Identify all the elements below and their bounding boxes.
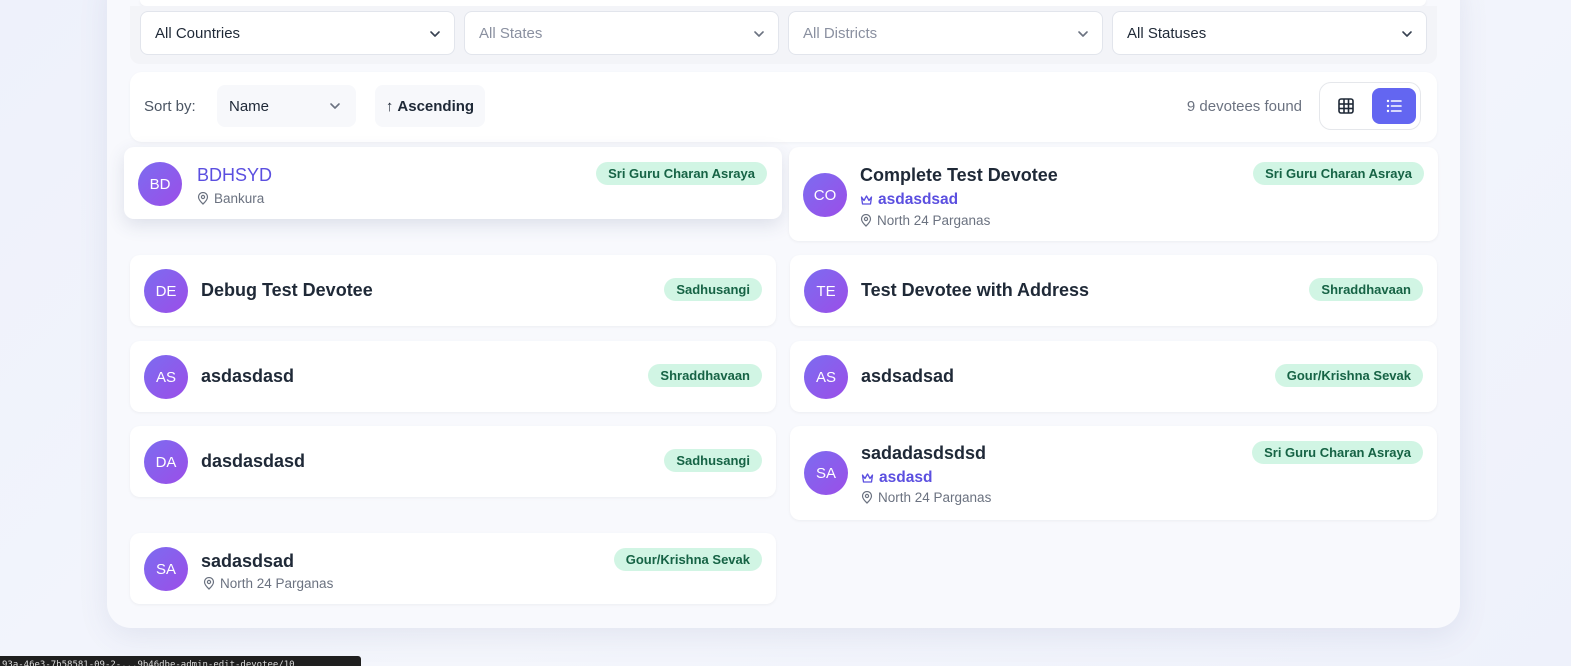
chevron-down-icon bbox=[330, 103, 340, 109]
status-badge: Shraddhavaan bbox=[648, 364, 762, 387]
avatar: SA bbox=[804, 451, 848, 495]
status-filter-select[interactable]: All Statuses bbox=[1112, 11, 1427, 55]
devotee-location: North 24 Parganas bbox=[860, 213, 990, 228]
devotee-name[interactable]: asdsadsad bbox=[861, 366, 954, 387]
devotee-name[interactable]: Debug Test Devotee bbox=[201, 280, 373, 301]
devotee-card[interactable]: DA dasdasdasd Sadhusangi bbox=[130, 426, 776, 497]
country-filter-select[interactable]: All Countries bbox=[140, 11, 455, 55]
avatar: TE bbox=[804, 269, 848, 313]
avatar: SA bbox=[144, 547, 188, 591]
status-badge: Gour/Krishna Sevak bbox=[613, 548, 762, 571]
results-count: 9 devotees found bbox=[1186, 98, 1302, 115]
location-text: North 24 Parganas bbox=[220, 576, 334, 591]
devotee-card[interactable]: BD BDHSYD Bankura Sri Guru Charan Asraya bbox=[124, 147, 782, 219]
devotee-mentor: asdasd bbox=[861, 469, 932, 487]
status-badge: Sadhusangi bbox=[664, 278, 762, 301]
devotee-card[interactable]: DE Debug Test Devotee Sadhusangi bbox=[130, 255, 776, 326]
district-filter-value: All Districts bbox=[803, 24, 878, 42]
sort-label: Sort by: bbox=[144, 98, 196, 115]
devotee-card[interactable]: CO Complete Test Devotee asdasdsad North… bbox=[789, 147, 1438, 241]
devotee-location: North 24 Parganas bbox=[861, 490, 991, 505]
devotee-name[interactable]: Test Devotee with Address bbox=[861, 280, 1089, 301]
devotee-card[interactable]: SA sadasdsad North 24 Parganas Gour/Kris… bbox=[130, 533, 776, 604]
chevron-down-icon bbox=[1402, 31, 1412, 37]
map-pin-icon bbox=[861, 491, 873, 504]
devotee-name[interactable]: Complete Test Devotee bbox=[860, 165, 1058, 186]
devotee-name[interactable]: sadadasdsdsd bbox=[861, 443, 986, 464]
devotee-card[interactable]: AS asdsadsad Gour/Krishna Sevak bbox=[790, 341, 1437, 412]
avatar: BD bbox=[138, 162, 182, 206]
devotee-name[interactable]: dasdasdasd bbox=[201, 451, 305, 472]
list-icon bbox=[1386, 99, 1402, 113]
sort-direction-button[interactable]: ↑ Ascending bbox=[375, 85, 485, 127]
status-badge: Shraddhavaan bbox=[1309, 278, 1423, 301]
state-filter-select[interactable]: All States bbox=[464, 11, 779, 55]
sort-field-select[interactable]: Name bbox=[217, 85, 356, 127]
devotee-name[interactable]: BDHSYD bbox=[197, 165, 272, 186]
devotee-mentor: asdasdsad bbox=[860, 191, 958, 209]
arrow-up-icon: ↑ bbox=[385, 97, 394, 115]
view-mode-toggle bbox=[1319, 82, 1421, 130]
list-view-button[interactable] bbox=[1372, 88, 1416, 124]
avatar: DE bbox=[144, 269, 188, 313]
status-badge: Sadhusangi bbox=[664, 449, 762, 472]
location-text: Bankura bbox=[214, 191, 265, 206]
map-pin-icon bbox=[197, 192, 209, 205]
mentor-text[interactable]: asdasd bbox=[879, 469, 932, 487]
devotee-card[interactable]: TE Test Devotee with Address Shraddhavaa… bbox=[790, 255, 1437, 326]
status-badge: Sri Guru Charan Asraya bbox=[1252, 441, 1423, 464]
status-badge: Sri Guru Charan Asraya bbox=[596, 162, 767, 185]
chevron-down-icon bbox=[754, 31, 764, 37]
avatar: DA bbox=[144, 440, 188, 484]
status-badge: Sri Guru Charan Asraya bbox=[1253, 162, 1424, 185]
location-text: North 24 Parganas bbox=[878, 490, 992, 505]
status-badge: Gour/Krishna Sevak bbox=[1274, 364, 1423, 387]
map-pin-icon bbox=[203, 577, 215, 590]
crown-icon bbox=[861, 473, 874, 483]
browser-status-url: 93a-46e3-7b58581-09-2-...9b46dbe-admin-e… bbox=[0, 656, 361, 666]
devotee-name[interactable]: asdasdasd bbox=[201, 366, 294, 387]
avatar: AS bbox=[144, 355, 188, 399]
crown-icon bbox=[860, 195, 873, 205]
status-filter-value: All Statuses bbox=[1127, 24, 1207, 42]
grid-view-button[interactable] bbox=[1324, 88, 1368, 124]
devotee-name[interactable]: sadasdsad bbox=[201, 551, 294, 572]
devotee-card[interactable]: SA sadadasdsdsd asdasd North 24 Parganas… bbox=[790, 426, 1437, 520]
map-pin-icon bbox=[860, 214, 872, 227]
devotee-card[interactable]: AS asdasdasd Shraddhavaan bbox=[130, 341, 776, 412]
devotee-location: Bankura bbox=[197, 191, 264, 206]
avatar: CO bbox=[803, 173, 847, 217]
chevron-down-icon bbox=[1078, 31, 1088, 37]
sort-direction-label: Ascending bbox=[397, 97, 475, 115]
avatar: AS bbox=[804, 355, 848, 399]
devotee-location: North 24 Parganas bbox=[203, 576, 333, 591]
district-filter-select[interactable]: All Districts bbox=[788, 11, 1103, 55]
mentor-text[interactable]: asdasdsad bbox=[878, 191, 958, 209]
sort-field-value: Name bbox=[229, 97, 270, 115]
state-filter-value: All States bbox=[479, 24, 543, 42]
grid-icon bbox=[1338, 98, 1354, 114]
chevron-down-icon bbox=[430, 31, 440, 37]
location-text: North 24 Parganas bbox=[877, 213, 991, 228]
country-filter-value: All Countries bbox=[155, 24, 241, 42]
sort-toolbar: Sort by: Name ↑ Ascending 9 devotees fou… bbox=[130, 72, 1437, 142]
